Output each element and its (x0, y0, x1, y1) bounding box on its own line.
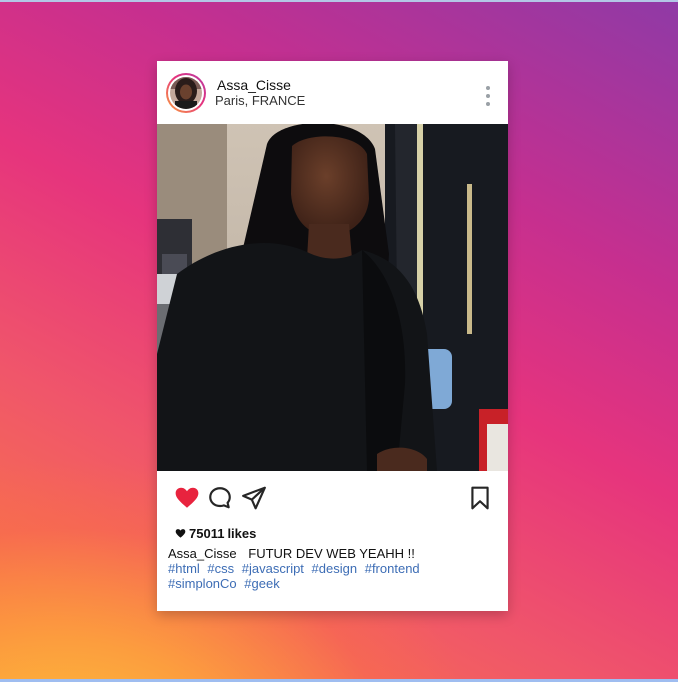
likes-number: 75011 (189, 526, 225, 541)
hashtag-link[interactable]: #javascript (242, 561, 304, 576)
post-photo[interactable] (157, 124, 508, 471)
avatar-ring-gap (168, 75, 204, 111)
location[interactable]: Paris, FRANCE (215, 93, 305, 108)
hashtag-link[interactable]: #css (207, 561, 234, 576)
bookmark-icon[interactable] (467, 485, 493, 511)
post-image (157, 124, 508, 471)
paper-plane-icon[interactable] (241, 485, 267, 511)
avatar-photo (170, 77, 202, 109)
hashtags: #html #css #javascript #design #frontend… (168, 561, 498, 591)
post-actions-bar (157, 471, 508, 527)
comment-bubble-icon[interactable] (207, 485, 233, 511)
post-caption: Assa_Cisse FUTUR DEV WEB YEAHH !! (168, 546, 498, 561)
caption-username[interactable]: Assa_Cisse (168, 546, 237, 561)
caption-text: FUTUR DEV WEB YEAHH !! (248, 546, 415, 561)
hashtag-link[interactable]: #simplonCo (168, 576, 237, 591)
username[interactable]: Assa_Cisse (217, 77, 291, 93)
hashtag-link[interactable]: #geek (244, 576, 279, 591)
likes-count[interactable]: 75011 likes (175, 526, 256, 541)
hashtag-link[interactable]: #design (312, 561, 358, 576)
hashtag-link[interactable]: #html (168, 561, 200, 576)
vertical-ellipsis-icon[interactable] (483, 85, 493, 109)
hashtag-link[interactable]: #frontend (365, 561, 420, 576)
avatar[interactable] (166, 73, 206, 113)
window-top-border (0, 0, 678, 2)
small-heart-icon (175, 529, 186, 538)
likes-word: likes (227, 526, 257, 541)
heart-filled-icon[interactable] (174, 485, 200, 511)
avatar-image (170, 77, 202, 109)
post-header: Assa_Cisse Paris, FRANCE (157, 61, 508, 124)
instagram-post-card: Assa_Cisse Paris, FRANCE 75011 likes Ass… (157, 61, 508, 611)
